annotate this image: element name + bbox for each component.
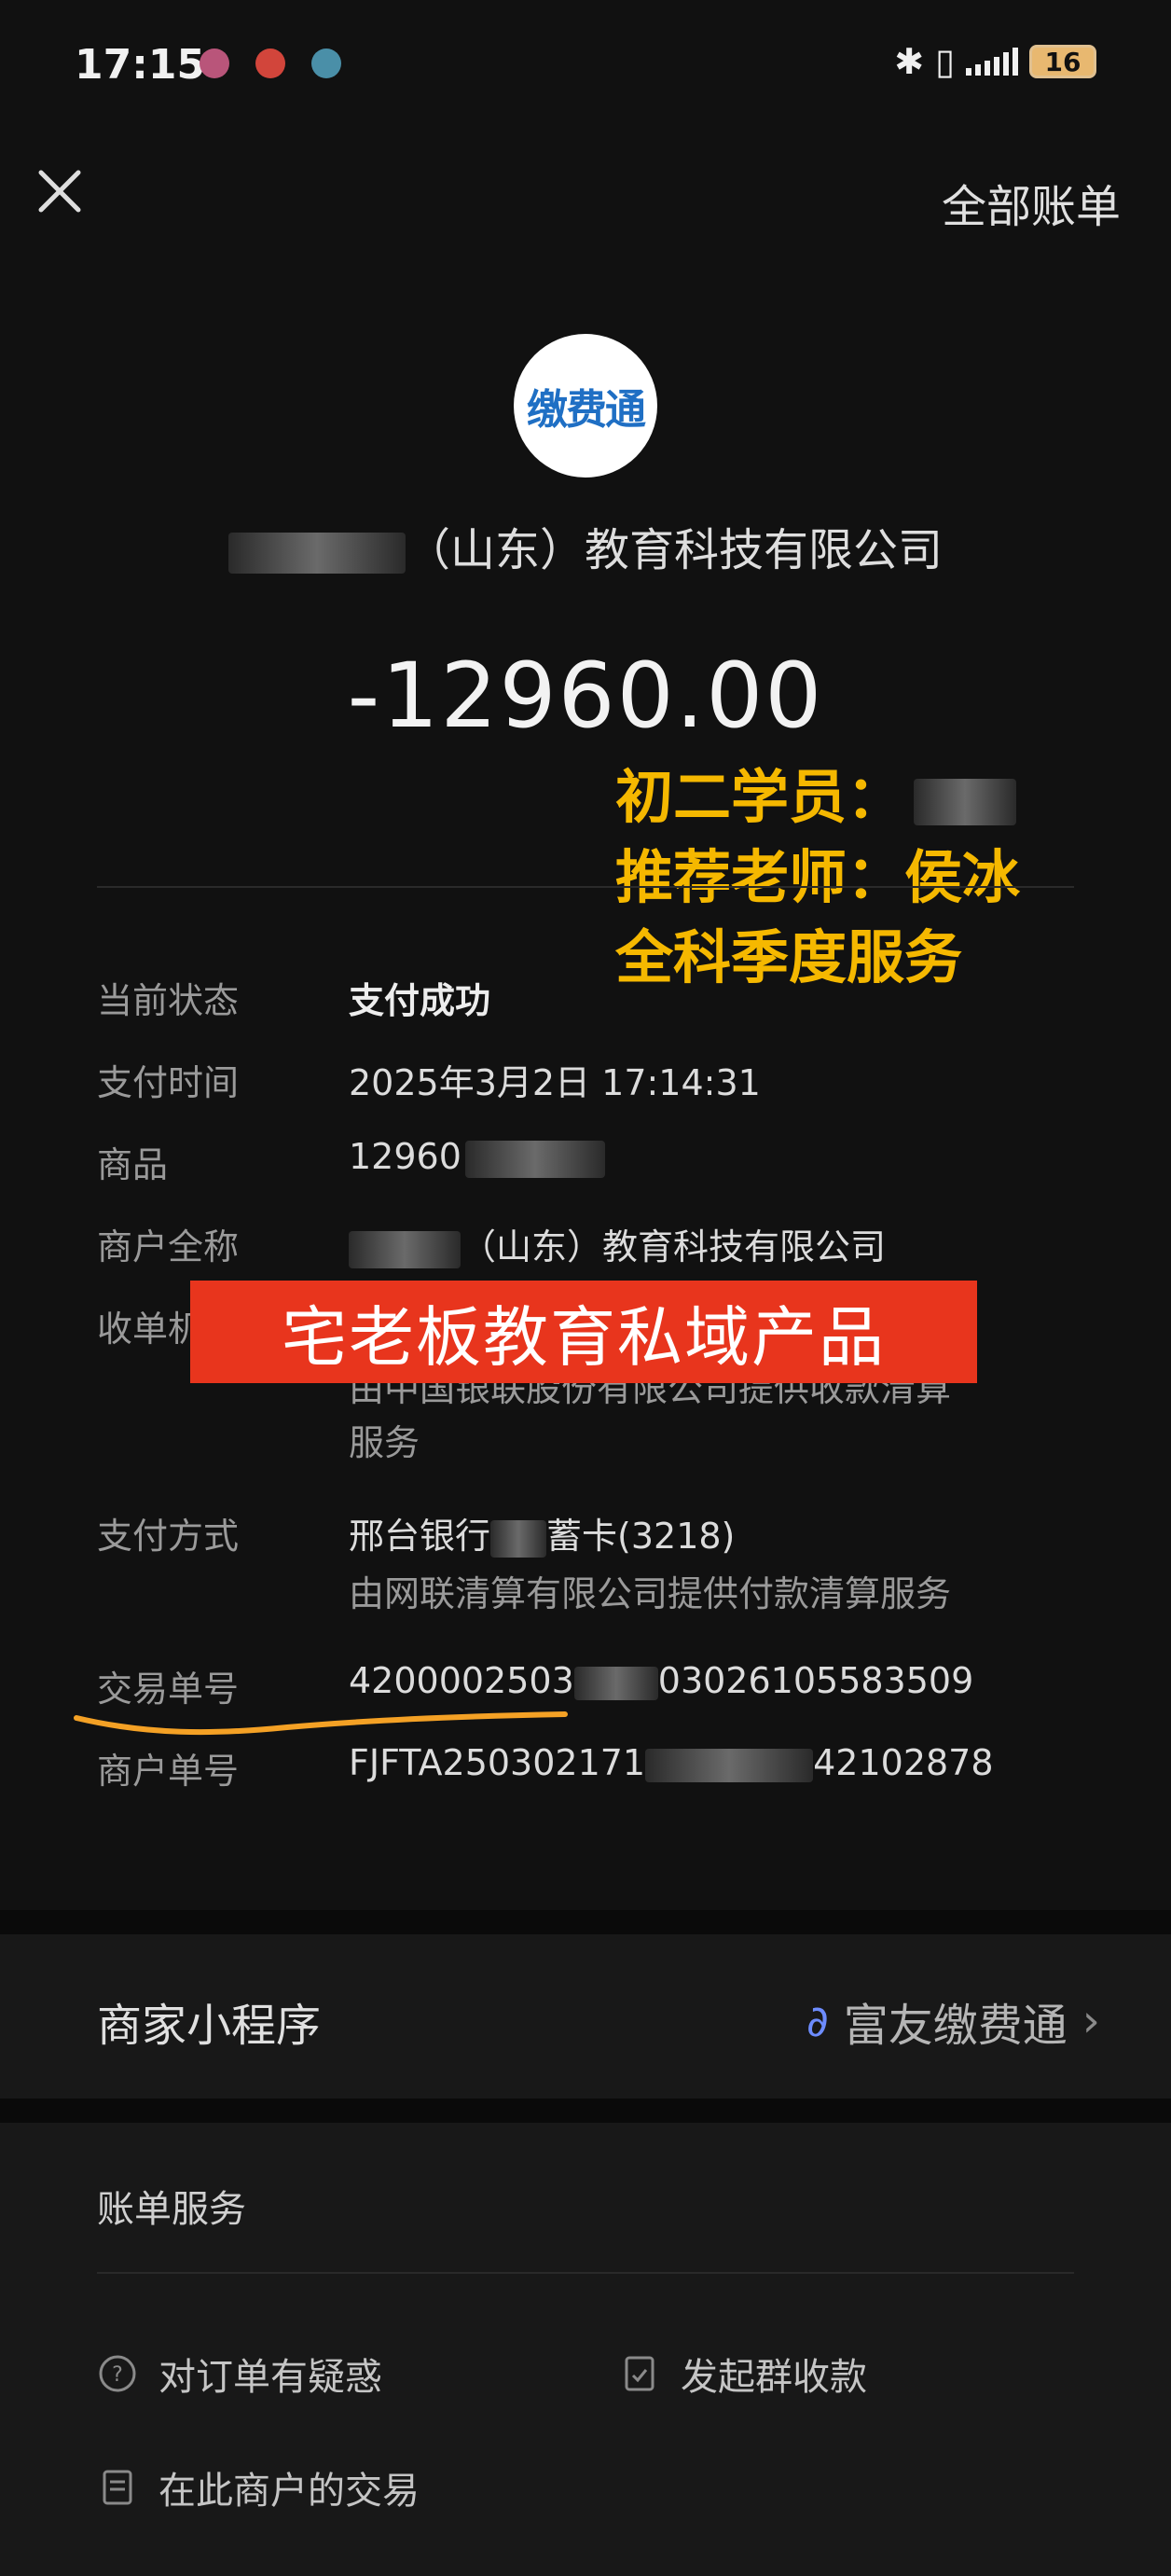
promo-banner: 宅老板教育私域产品: [190, 1281, 977, 1383]
signal-icon: [966, 48, 1018, 76]
redacted-block: [914, 779, 1017, 825]
row-value: 邢台银行 蓄卡(3218): [349, 1516, 736, 1558]
payment-amount: -12960.00: [347, 644, 824, 748]
chevron-right-icon: ›: [1081, 1995, 1100, 2047]
row-value: 支付成功: [349, 980, 491, 1021]
row-label: 支付方式: [97, 1516, 240, 1557]
bluetooth-icon: ✱: [894, 41, 925, 82]
mini-program-label: 商家小程序: [97, 2000, 322, 2052]
merchant-logo: 缴费通: [514, 334, 657, 478]
vibrate-icon: ▯: [935, 41, 955, 82]
pay-method-sub: 由网联清算有限公司提供付款清算服务: [349, 1573, 952, 1614]
merchant-name: （山东）教育科技有限公司: [0, 513, 1171, 578]
question-circle-icon: ?: [99, 2355, 136, 2392]
mini-program-section: 商家小程序 ∂ 富友缴费通 ›: [0, 1934, 1171, 2098]
status-indicators: ✱ ▯ 16: [894, 41, 1096, 82]
bill-services-section: 账单服务 ? 对订单有疑惑 发起群收款 在此商户的交易: [0, 2123, 1171, 2576]
question-order-button[interactable]: ? 对订单有疑惑: [97, 2347, 382, 2401]
redacted-block: [227, 533, 406, 574]
row-label: 支付时间: [97, 1062, 240, 1103]
app-notification-icon: [200, 48, 229, 78]
group-pay-button[interactable]: 发起群收款: [619, 2347, 867, 2401]
redacted-block: [573, 1666, 658, 1700]
row-value: FJFTA250302171 42102878: [349, 1742, 994, 1783]
overlay-annotation: 初二学员： 推荐老师：侯冰 全科季度服务: [615, 757, 1020, 998]
merchant-logo-text: 缴费通: [527, 386, 646, 434]
row-value: 4200002503 03026105583509: [349, 1660, 974, 1701]
underline-annotation: [74, 1711, 568, 1736]
divider: [97, 2272, 1074, 2274]
section-gap: [0, 2098, 1171, 2123]
row-label: 商品: [97, 1144, 169, 1185]
app-notification-icon: [255, 48, 285, 78]
all-bills-link[interactable]: 全部账单: [942, 170, 1121, 235]
redacted-block: [349, 1230, 461, 1268]
close-icon: [38, 170, 81, 213]
row-value: 2025年3月2日 17:14:31: [349, 1062, 761, 1103]
row-value: （山东）教育科技有限公司: [349, 1218, 886, 1269]
status-bar: 17:15 ✱ ▯ 16: [0, 0, 1171, 140]
row-label: 当前状态: [97, 980, 240, 1021]
mini-program-icon: ∂: [806, 1996, 829, 2046]
overlay-line: 初二学员：: [615, 757, 1020, 838]
document-icon: [103, 2470, 132, 2505]
close-button[interactable]: [32, 163, 88, 219]
row-label: 商户单号: [97, 1751, 240, 1792]
section-gap: [0, 1910, 1171, 1934]
row-value: 12960: [349, 1136, 605, 1178]
row-label: 商户全称: [97, 1226, 240, 1267]
status-time: 17:15: [75, 41, 206, 89]
app-notification-icon: [311, 48, 341, 78]
redacted-block: [464, 1140, 605, 1178]
svg-text:?: ?: [112, 2363, 123, 2387]
mini-program-link[interactable]: ∂ 富友缴费通 ›: [806, 1988, 1100, 2054]
redacted-block: [645, 1748, 814, 1782]
battery-icon: 16: [1029, 45, 1096, 78]
merchant-transactions-button[interactable]: 在此商户的交易: [97, 2460, 420, 2514]
divider: [97, 886, 1074, 888]
merchant-name-text: （山东）教育科技有限公司: [405, 524, 943, 576]
overlay-line: 全科季度服务: [615, 923, 963, 991]
document-check-icon: [625, 2356, 654, 2391]
bill-services-title: 账单服务: [97, 2188, 246, 2231]
redacted-block: [490, 1519, 547, 1558]
overlay-line: 推荐老师：侯冰: [615, 843, 1021, 911]
mini-program-name: 富友缴费通: [843, 2000, 1068, 2052]
